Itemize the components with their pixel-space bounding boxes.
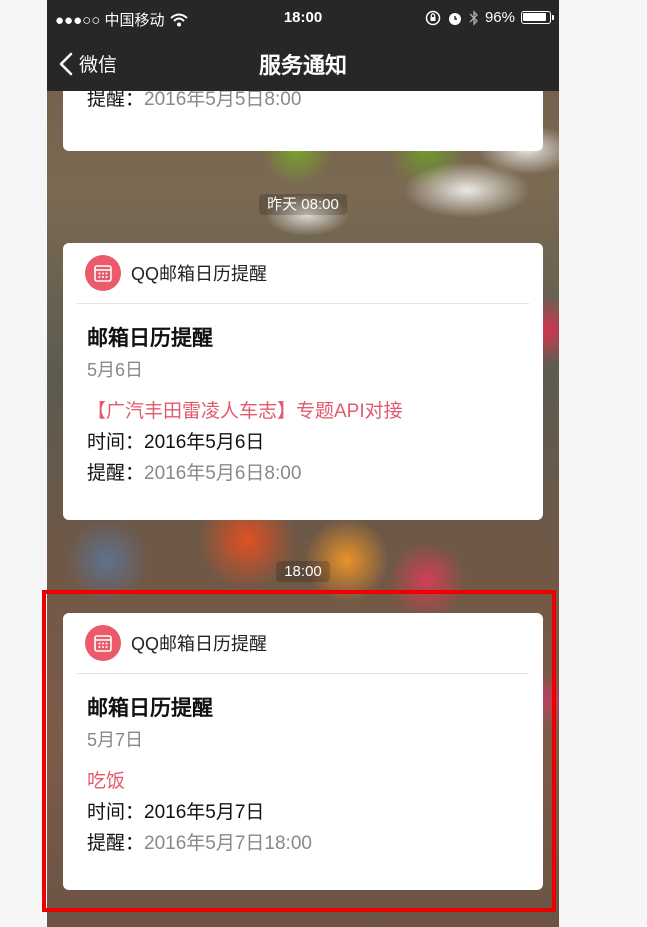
remind-label: 提醒：	[87, 89, 145, 110]
calendar-icon	[85, 255, 121, 291]
status-right-overlay: 96%	[425, 9, 554, 26]
timestamp-text: 昨天 08:00	[259, 194, 347, 215]
highlight-box	[42, 590, 556, 912]
battery-percent-overlay: 96%	[484, 9, 515, 26]
time-row: 时间：2016年5月6日	[87, 427, 543, 454]
navigation-bar-overlay: 微信 服务通知	[47, 38, 559, 91]
battery-icon	[521, 11, 554, 24]
message-timestamp: 昨天 08:00	[47, 193, 559, 215]
card-header: QQ邮箱日历提醒	[77, 243, 529, 304]
remind-label: 提醒：	[87, 463, 145, 484]
remind-row: 提醒：2016年5月6日8:00	[87, 458, 543, 485]
app-name: QQ邮箱日历提醒	[131, 264, 268, 284]
time-value: 2016年5月6日	[144, 432, 265, 453]
message-subject: 【广汽丰田雷凌人车志】专题API对接	[87, 401, 403, 422]
remind-value: 2016年5月6日8:00	[144, 463, 302, 484]
message-date: 5月6日	[87, 360, 144, 380]
time-label: 时间：	[87, 432, 145, 453]
bluetooth-icon	[469, 9, 478, 26]
message-title: 邮箱日历提醒	[87, 327, 213, 350]
battery-fill	[523, 13, 546, 21]
rotation-lock-icon	[425, 10, 441, 25]
message-card[interactable]: QQ邮箱日历提醒 邮箱日历提醒 5月6日 【广汽丰田雷凌人车志】专题API对接 …	[63, 243, 543, 520]
remind-value: 2016年5月5日8:00	[144, 89, 302, 110]
alarm-icon	[448, 12, 461, 25]
message-timestamp: 18:00	[47, 561, 559, 582]
timestamp-text: 18:00	[276, 561, 330, 582]
page-title: 服务通知	[258, 53, 347, 78]
status-bar-overlay: ●●●○○ 中国移动 18:00 96%	[47, 0, 559, 38]
